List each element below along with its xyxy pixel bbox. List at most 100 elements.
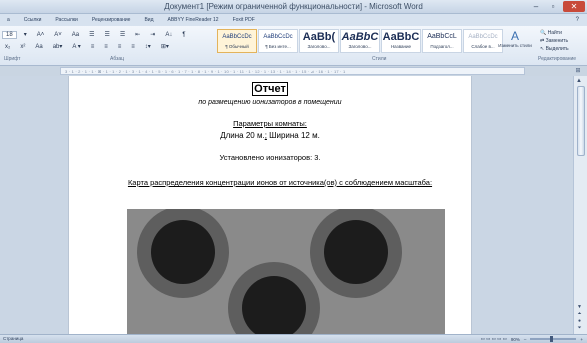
tab-review[interactable]: Рецензирование — [85, 17, 138, 23]
multilevel-icon[interactable]: ☰ — [117, 29, 128, 40]
tab-view[interactable]: Вид — [137, 17, 160, 23]
ribbon: 18 ▾ A˄ A˅ Aa ☰ ☰ ☰ ⇤ ⇥ A↓ ¶ x₂ x² Aa ab… — [0, 26, 587, 66]
ionizer-core-3 — [242, 276, 306, 334]
view-ruler-icon[interactable]: ⊞ — [573, 67, 583, 75]
window-title: Документ1 [Режим ограниченной функционал… — [164, 2, 423, 11]
ribbon-row-1: 18 ▾ A˄ A˅ Aa ☰ ☰ ☰ ⇤ ⇥ A↓ ¶ — [2, 29, 189, 40]
style-sample: AaBbCcDc — [263, 34, 293, 40]
decrease-indent-icon[interactable]: ⇤ — [132, 29, 143, 40]
group-label-font: Шрифт — [4, 56, 21, 62]
styles-gallery: AaBbCcDc ¶ Обычный AaBbCcDc ¶ Без инте..… — [217, 29, 503, 53]
scroll-down-icon[interactable]: ▼ — [577, 304, 582, 311]
tab-abbyy[interactable]: ABBYY FineReader 12 — [161, 17, 226, 23]
help-icon[interactable]: ? — [568, 17, 587, 23]
doc-title-text: Отчет — [252, 82, 288, 96]
style-heading-2[interactable]: AaBbC Заголово... — [340, 29, 380, 53]
align-center-icon[interactable]: ≡ — [101, 42, 111, 52]
next-page-icon[interactable]: ⏷ — [577, 325, 582, 332]
view-mode-icons[interactable]: ▭ ▭ ▭ ▭ ▭ — [481, 336, 507, 342]
style-name: Название — [390, 44, 412, 49]
align-left-icon[interactable]: ≡ — [88, 42, 98, 52]
replace-button[interactable]: ⇄ Заменить — [540, 37, 569, 45]
sort-icon[interactable]: A↓ — [162, 30, 175, 40]
ionizer-count: Установлено ионизаторов: 3. — [219, 153, 321, 162]
align-right-icon[interactable]: ≡ — [115, 42, 125, 52]
ionizer-core-1 — [151, 220, 215, 284]
borders-icon[interactable]: ⊞▾ — [158, 41, 172, 52]
change-case-icon[interactable]: Aa — [32, 42, 45, 52]
horizontal-ruler[interactable]: 3 · 1 · 2 · 1 · 1 · ⊠ · 1 · 1 · 2 · 1 · … — [60, 67, 525, 75]
replace-label: Заменить — [545, 38, 569, 44]
window-controls: – ▫ ✕ — [529, 1, 585, 12]
room-params: Длина 20 м.; Ширина 12 м. — [69, 131, 471, 140]
ruler-scale: 3 · 1 · 2 · 1 · 1 · ⊠ · 1 · 1 · 2 · 1 · … — [65, 69, 346, 74]
find-button[interactable]: 🔍 Найти — [540, 29, 569, 37]
tab-partial[interactable]: а — [0, 17, 17, 23]
font-size-box[interactable]: 18 — [2, 30, 17, 39]
style-heading-1[interactable]: AaBb( Заголово... — [299, 29, 339, 53]
style-sample: AaBbC — [341, 31, 379, 43]
style-normal[interactable]: AaBbCcDc ¶ Обычный — [217, 29, 257, 53]
style-name: ¶ Обычный — [225, 44, 249, 49]
increase-indent-icon[interactable]: ⇥ — [147, 29, 158, 40]
font-color-icon[interactable]: A ▾ — [69, 41, 83, 52]
superscript-icon[interactable]: x² — [17, 42, 28, 52]
style-no-spacing[interactable]: AaBbCcDc ¶ Без инте... — [258, 29, 298, 53]
maximize-button[interactable]: ▫ — [546, 1, 560, 12]
font-size-dropdown-icon[interactable]: ▾ — [21, 29, 30, 40]
scroll-thumb[interactable] — [577, 86, 585, 156]
map-title: Карта распределения концентрации ионов о… — [127, 178, 433, 187]
title-bar: Документ1 [Режим ограниченной функционал… — [0, 0, 587, 14]
zoom-level[interactable]: 90% — [511, 337, 520, 342]
justify-icon[interactable]: ≡ — [128, 42, 138, 52]
tab-references[interactable]: Ссылки — [17, 17, 49, 23]
document-page[interactable]: Отчет по размещению ионизаторов в помеще… — [68, 76, 472, 334]
style-name: ¶ Без инте... — [265, 44, 291, 49]
params-heading: Параметры комнаты: — [233, 119, 307, 128]
ribbon-tabs: а Ссылки Рассылки Рецензирование Вид ABB… — [0, 14, 587, 26]
ribbon-group-labels: Шрифт Абзац Стили Редактирование — [0, 55, 587, 65]
group-label-styles: Стили — [372, 56, 387, 62]
line-spacing-icon[interactable]: ↕▾ — [142, 41, 154, 52]
change-styles-icon: A — [510, 29, 519, 43]
select-button[interactable]: ↖ Выделить — [540, 45, 569, 53]
change-styles-button[interactable]: A Изменить стили — [497, 29, 533, 55]
document-area: Отчет по размещению ионизаторов в помеще… — [0, 76, 573, 334]
ionizer-core-2 — [324, 220, 388, 284]
highlight-icon[interactable]: ab▾ — [50, 41, 66, 52]
tab-foxit[interactable]: Foxit PDF — [226, 17, 262, 23]
style-subtitle[interactable]: AaBbCcL Подзагол... — [422, 29, 462, 53]
minimize-button[interactable]: – — [529, 1, 543, 12]
style-name: Подзагол... — [430, 44, 454, 49]
grow-font-icon[interactable]: A˄ — [34, 30, 48, 40]
group-label-paragraph: Абзац — [110, 56, 125, 62]
length-value: Длина 20 м. — [220, 131, 265, 140]
params-separator: ; — [264, 131, 267, 140]
view-controls: ▭ ▭ ▭ ▭ ▭ 90% – + — [481, 336, 583, 342]
vertical-scrollbar[interactable]: ▲ ▼ ⏶ ● ⏷ — [573, 76, 587, 334]
browse-object-icon[interactable]: ● — [577, 318, 582, 325]
style-title[interactable]: AaBbC Название — [381, 29, 421, 53]
word-window: Документ1 [Режим ограниченной функционал… — [0, 0, 587, 343]
subscript-icon[interactable]: x₂ — [2, 42, 13, 52]
pilcrow-icon[interactable]: ¶ — [179, 30, 188, 40]
shrink-font-icon[interactable]: A˅ — [51, 30, 65, 40]
zoom-slider-knob[interactable] — [550, 336, 554, 342]
doc-subtitle: по размещению ионизаторов в помещении — [198, 99, 342, 106]
find-label: Найти — [547, 30, 562, 36]
clear-format-icon[interactable]: Aa — [69, 30, 82, 40]
style-sample: AaBbC — [382, 31, 420, 43]
zoom-out-icon[interactable]: – — [524, 337, 527, 342]
change-styles-label: Изменить стили — [498, 43, 532, 48]
style-name: Заголово... — [348, 44, 372, 49]
tab-mailings[interactable]: Рассылки — [48, 17, 84, 23]
bullets-icon[interactable]: ☰ — [86, 29, 97, 40]
zoom-slider[interactable] — [530, 336, 577, 342]
page-indicator[interactable]: Страница — [3, 336, 23, 341]
numbering-icon[interactable]: ☰ — [101, 29, 112, 40]
close-button[interactable]: ✕ — [563, 1, 585, 12]
scroll-up-icon[interactable]: ▲ — [576, 78, 582, 84]
prev-page-icon[interactable]: ⏶ — [577, 311, 582, 318]
style-name: Заголово... — [307, 44, 331, 49]
zoom-in-icon[interactable]: + — [580, 337, 583, 342]
